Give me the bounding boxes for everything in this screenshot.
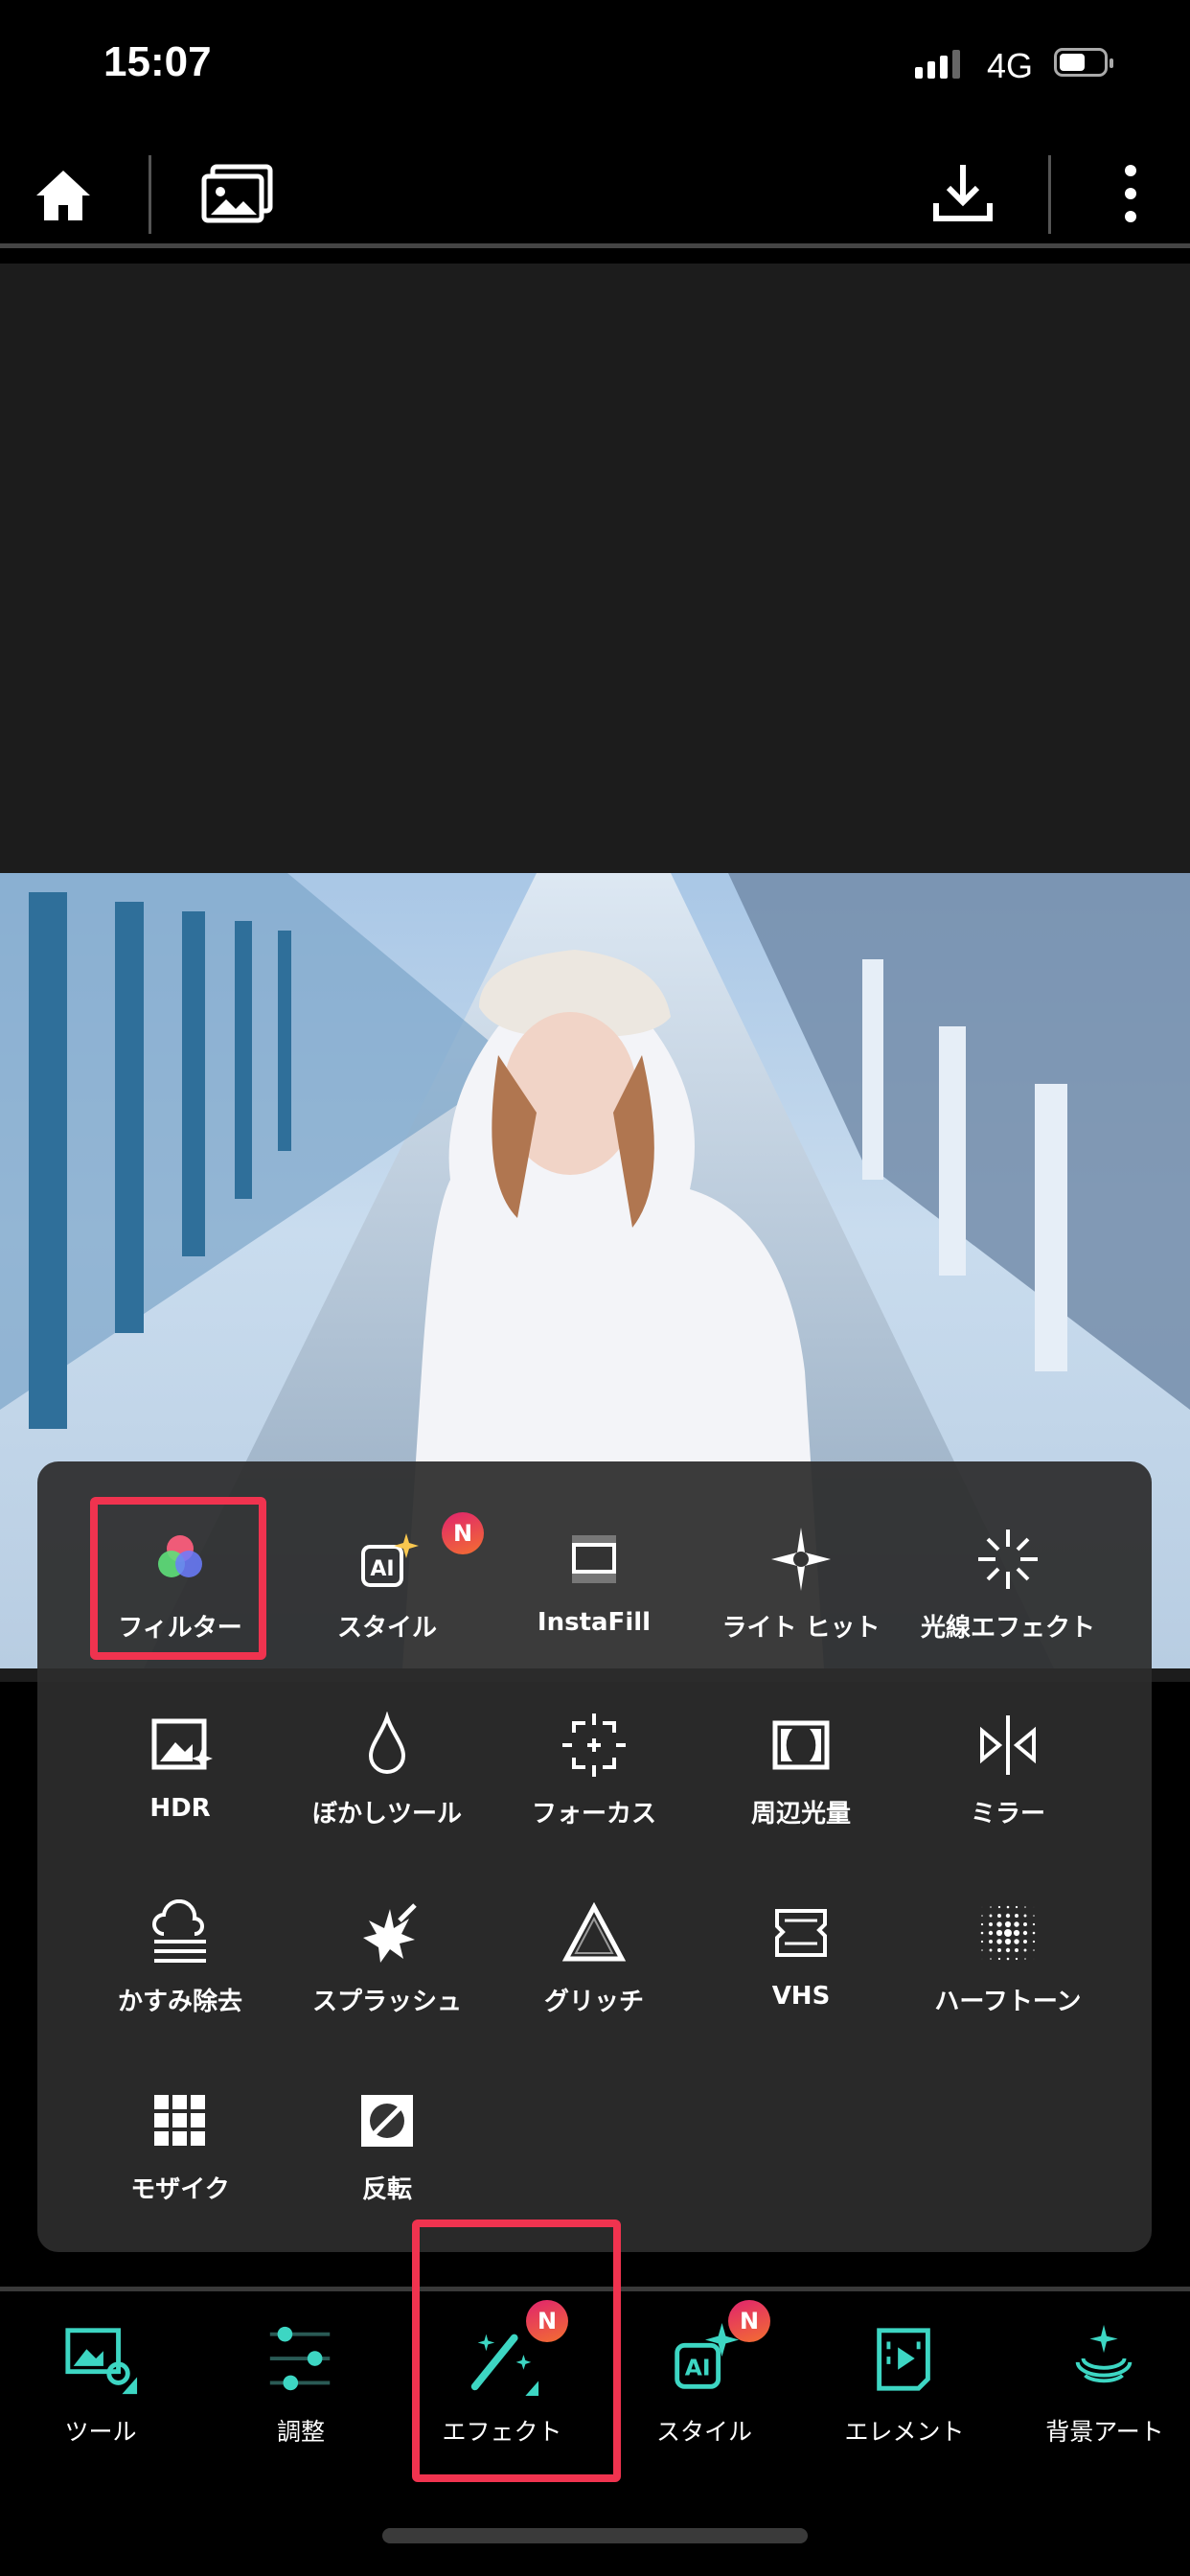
effect-vignette[interactable]: 周辺光量 [700, 1690, 902, 1853]
home-indicator [382, 2528, 808, 2543]
new-badge: N [442, 1512, 484, 1554]
effect-light-ray[interactable]: 光線エフェクト [907, 1505, 1109, 1668]
highlight-box-filter [90, 1497, 266, 1660]
tools-icon [65, 2328, 138, 2395]
nav-element[interactable]: エレメント [804, 2300, 1005, 2463]
ai-style-icon: AI [361, 1533, 419, 1587]
nav-label: 背景アート [1045, 2418, 1164, 2446]
nav-adjust[interactable]: 調整 [200, 2300, 401, 2463]
effect-label: 反転 [361, 2175, 412, 2204]
effect-label: 周辺光量 [750, 1800, 851, 1828]
mosaic-icon [154, 2095, 205, 2146]
adjust-icon [269, 2326, 331, 2391]
effect-label: フォーカス [531, 1800, 656, 1828]
status-time: 15:07 [103, 38, 212, 85]
download-icon[interactable] [931, 161, 995, 224]
glitch-icon [561, 1901, 627, 1962]
effect-label: かすみ除去 [117, 1988, 242, 2016]
splash-icon [363, 1903, 417, 1963]
effect-label: スタイル [336, 1614, 437, 1643]
vhs-icon [775, 1909, 827, 1957]
network-type: 4G [987, 46, 1034, 85]
effect-label: グリッチ [543, 1988, 644, 2016]
toolbar-divider [1048, 155, 1051, 234]
new-badge: N [728, 2300, 770, 2342]
svg-text:AI: AI [370, 1557, 394, 1581]
effect-mosaic[interactable]: モザイク [80, 2066, 281, 2229]
hdr-icon [151, 1718, 213, 1770]
effect-vhs[interactable]: VHS [700, 1878, 902, 2041]
effect-label: ハーフトーン [934, 1988, 1082, 2016]
effect-label: ライト ヒット [721, 1614, 881, 1643]
effect-instafill[interactable]: InstaFill [493, 1505, 695, 1668]
effect-light-hit[interactable]: ライト ヒット [700, 1505, 902, 1668]
effect-label: ミラー [970, 1800, 1045, 1828]
instafill-icon [572, 1535, 616, 1583]
dehaze-icon [152, 1899, 206, 1963]
focus-icon [562, 1714, 626, 1777]
gallery-icon[interactable] [201, 163, 274, 224]
nav-tools[interactable]: ツール [0, 2300, 201, 2463]
element-icon [877, 2328, 930, 2391]
battery-icon [1054, 48, 1113, 77]
effect-glitch[interactable]: グリッチ [493, 1878, 695, 2041]
nav-label: ツール [64, 2418, 137, 2446]
toolbar-divider-line [0, 243, 1190, 248]
effect-ai-style[interactable]: AI スタイル N [286, 1505, 488, 1668]
signal-icon [915, 50, 960, 79]
effect-label: モザイク [130, 2175, 230, 2204]
background-art-icon [1075, 2324, 1133, 2383]
effect-label: VHS [771, 1982, 831, 2011]
effect-hdr[interactable]: HDR [80, 1690, 281, 1853]
effect-label: ぼかしツール [311, 1800, 462, 1828]
svg-text:AI: AI [685, 2355, 711, 2381]
light-hit-icon [771, 1528, 831, 1591]
blur-icon [368, 1712, 406, 1774]
nav-label: エレメント [844, 2418, 965, 2446]
mirror-icon [980, 1715, 1036, 1775]
more-icon[interactable] [1119, 163, 1142, 224]
effect-focus[interactable]: フォーカス [493, 1690, 695, 1853]
nav-label: 調整 [276, 2418, 325, 2446]
effect-blur[interactable]: ぼかしツール [286, 1690, 488, 1853]
home-icon[interactable] [34, 169, 92, 222]
nav-ai-style[interactable]: AI スタイル N [604, 2300, 805, 2463]
toolbar-divider [149, 155, 151, 234]
invert-icon [361, 2095, 413, 2147]
effect-label: HDR [149, 1794, 211, 1823]
nav-background-art[interactable]: 背景アート [1004, 2300, 1190, 2463]
highlight-box-effect [412, 2220, 621, 2482]
effect-label: スプラッシュ [311, 1988, 462, 2016]
effect-label: InstaFill [537, 1608, 652, 1637]
effect-dehaze[interactable]: かすみ除去 [80, 1878, 281, 2041]
vignette-icon [772, 1720, 830, 1770]
light-ray-icon [978, 1530, 1038, 1589]
effect-splash[interactable]: スプラッシュ [286, 1878, 488, 2041]
halftone-icon [980, 1905, 1036, 1961]
effect-mirror[interactable]: ミラー [907, 1690, 1109, 1853]
nav-label: スタイル [655, 2418, 752, 2446]
effect-halftone[interactable]: ハーフトーン [907, 1878, 1109, 2041]
effect-label: 光線エフェクト [920, 1614, 1095, 1643]
effect-invert[interactable]: 反転 [286, 2066, 488, 2229]
